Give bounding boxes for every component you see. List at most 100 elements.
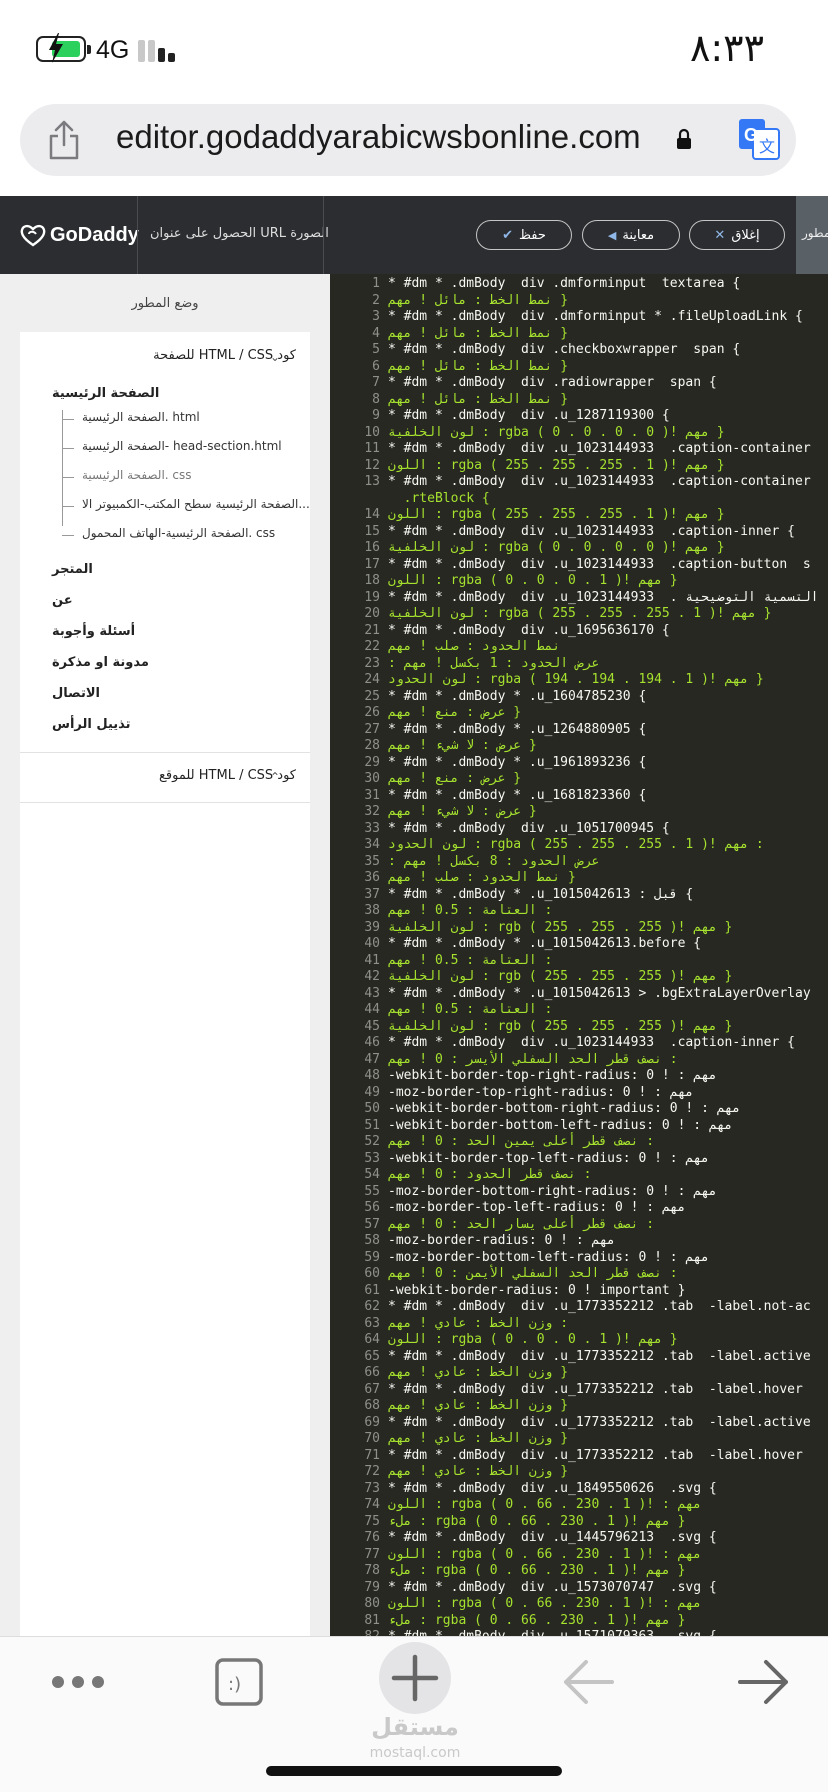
line-number: 46 [364, 1035, 380, 1050]
line-number: 60 [364, 1266, 380, 1281]
code-line: * #dm * .dmBody div .u_1571079363 .svg { [388, 1629, 717, 1636]
code-line: لون الخلفية : rgba ( 0 . 0 . 0 . 0 )! مه… [388, 540, 725, 555]
line-number: 67 [364, 1381, 380, 1397]
code-line: * #dm * .dmBody div .u_1773352212 .tab -… [388, 1447, 803, 1463]
file-desktop-css[interactable]: الصفحة الرئيسية سطح المكتب-الكمبيوتر الا… [62, 497, 310, 515]
line-number: 24 [364, 672, 380, 687]
code-line: اللون : rgba ( 0 . 66 . 230 . 1 )! : مهم [388, 1596, 702, 1611]
page-store[interactable]: المتجر [52, 562, 93, 577]
code-line: لون الخلفية : rgba ( 255 . 255 . 255 . 1… [388, 606, 772, 621]
more-icon[interactable] [50, 1674, 106, 1690]
code-line: * #dm * .dmBody div .u_1023144933 . التس… [388, 589, 819, 605]
close-button[interactable]: ✕ إغلاق [689, 220, 785, 250]
file-head-section[interactable]: الصفحة الرئيسية- head-section.html [62, 439, 282, 457]
code-line: * #dm * .dmBody * .u_1264880905 { [388, 721, 647, 737]
page-code-section[interactable]: كود HTML / CSS للصفحة [153, 348, 296, 363]
code-line: نصف قطر أعلى يسار الحد : 0 ! مهم : [388, 1216, 655, 1232]
code-line: -moz-border-top-right-radius: 0 ! : مهم [388, 1084, 694, 1100]
line-number: 20 [364, 606, 380, 621]
page-footer[interactable]: تذييل الرأس [52, 717, 131, 732]
get-image-url-button[interactable]: الحصول على عنوان URL الصورة [150, 226, 329, 241]
line-number: 25 [364, 688, 380, 704]
code-line: عرض : لا شيء ! مهم } [388, 738, 537, 753]
code-line: * #dm * .dmBody div .u_1023144933 .capti… [388, 474, 811, 489]
line-number: 64 [364, 1332, 380, 1347]
line-number: 28 [364, 738, 380, 753]
line-number: 19 [364, 589, 380, 605]
watermark: مستقل mostaql.com [360, 1714, 470, 1766]
line-number: 35 [364, 853, 380, 869]
line-number: 40 [364, 936, 380, 951]
share-icon[interactable] [46, 120, 82, 160]
code-line: نمط الحدود : صلب ! مهم } [388, 870, 576, 885]
logo-text: GoDaddy [50, 223, 139, 246]
code-line: * #dm * .dmBody div .u_1023144933 .capti… [388, 441, 811, 456]
line-number: 8 [372, 391, 380, 407]
line-number: 62 [364, 1299, 380, 1314]
code-line: * #dm * .dmBody div .dmforminput * .file… [388, 309, 803, 324]
watermark-ar: مستقل [371, 1713, 459, 1741]
site-code-section[interactable]: كود HTML / CSS للموقع [159, 768, 296, 783]
page-about[interactable]: عن [52, 593, 73, 608]
tabs-icon[interactable]: :) [214, 1657, 264, 1707]
code-line: * #dm * .dmBody div .dmforminput textare… [388, 276, 741, 291]
line-number: 76 [364, 1530, 380, 1545]
line-number: 9 [372, 408, 380, 423]
line-number: 18 [364, 573, 380, 588]
file-home-css[interactable]: الصفحة الرئيسية. css [62, 468, 192, 486]
lock-icon [677, 128, 691, 149]
code-line: ملء : rgba ( 0 . 66 . 230 . 1 )! مهم } [388, 1563, 686, 1578]
back-icon[interactable] [562, 1659, 616, 1705]
code-line: نمط الخط : مائل ! مهم } [388, 391, 569, 407]
code-line: وزن الخط : عادي ! مهم } [388, 1398, 569, 1413]
code-line: وزن الخط : عادي ! مهم } [388, 1365, 569, 1380]
code-line: نمط الخط : مائل ! مهم } [388, 358, 569, 374]
code-line: لون الخلفية : rgb ( 255 . 255 . 255 )! م… [388, 919, 733, 935]
page-faq[interactable]: أسئلة وأجوبة [52, 624, 135, 639]
check-icon: ✔ [502, 227, 513, 243]
line-number: 36 [364, 870, 380, 885]
developer-tab[interactable]: المطور [796, 196, 828, 274]
forward-icon[interactable] [736, 1659, 790, 1705]
home-page-group[interactable]: الصفحة الرئيسية [52, 386, 159, 401]
line-number: 49 [364, 1084, 380, 1100]
code-line: العتامة : 0.5 ! مهم : [388, 952, 553, 968]
url-text: editor.godaddyarabicwsbonline.com [116, 118, 641, 155]
save-button[interactable]: ✔ حفظ [476, 220, 572, 250]
code-line: : عرض الحدود : 1 بكسل ! مهم [388, 655, 600, 671]
svg-text:文: 文 [759, 137, 775, 156]
file-mobile-css[interactable]: الصفحة الرئيسية-الهاتف المحمول. css [62, 526, 275, 544]
line-number: 16 [364, 540, 380, 555]
close-icon: ✕ [714, 227, 726, 243]
page-contact[interactable]: الاتصال [52, 686, 100, 701]
code-line: العتامة : 0.5 ! مهم : [388, 903, 553, 918]
code-line: اللون : rgba ( 255 . 255 . 255 . 1 )! مه… [388, 457, 725, 473]
line-number: 41 [364, 952, 380, 968]
line-number: 37 [364, 886, 380, 902]
code-line: اللون : rgba ( 255 . 255 . 255 . 1 )! مه… [388, 507, 725, 522]
address-bar[interactable]: editor.godaddyarabicwsbonline.com G 文 [20, 104, 796, 176]
godaddy-logo[interactable]: GoDaddy [20, 220, 139, 250]
code-line: * #dm * .dmBody div .u_1773352212 .tab -… [388, 1381, 803, 1397]
file-home-html[interactable]: الصفحة الرئيسية. html [62, 410, 200, 428]
code-line: نمط الخط : مائل ! مهم } [388, 325, 569, 341]
watermark-en: mostaql.com [369, 1745, 461, 1761]
translate-icon[interactable]: G 文 [738, 118, 780, 160]
line-number: 69 [364, 1414, 380, 1430]
line-number: 11 [364, 441, 380, 456]
code-editor[interactable]: 1 * #dm * .dmBody div .dmforminput textar… [330, 274, 828, 1636]
code-line: العتامة : 0.5 ! مهم : [388, 1002, 553, 1017]
code-line: * #dm * .dmBody div .u_1287119300 { [388, 408, 670, 423]
line-number: 22 [364, 639, 380, 654]
code-line: وزن الخط : عادي ! مهم } [388, 1464, 569, 1479]
line-number: 7 [372, 375, 380, 390]
line-number: 2 [372, 292, 380, 308]
svg-text:G: G [744, 125, 758, 145]
line-number: 81 [364, 1612, 380, 1628]
code-line: * #dm * .dmBody div .u_1773352212 .tab -… [388, 1299, 811, 1314]
preview-button[interactable]: ◀ معاينة [582, 220, 680, 250]
line-number: 79 [364, 1579, 380, 1595]
page-blog[interactable]: مدونة او مذكرة [52, 655, 149, 670]
code-line: * #dm * .dmBody * .u_1961893236 { [388, 754, 647, 770]
new-tab-button[interactable] [378, 1641, 452, 1715]
